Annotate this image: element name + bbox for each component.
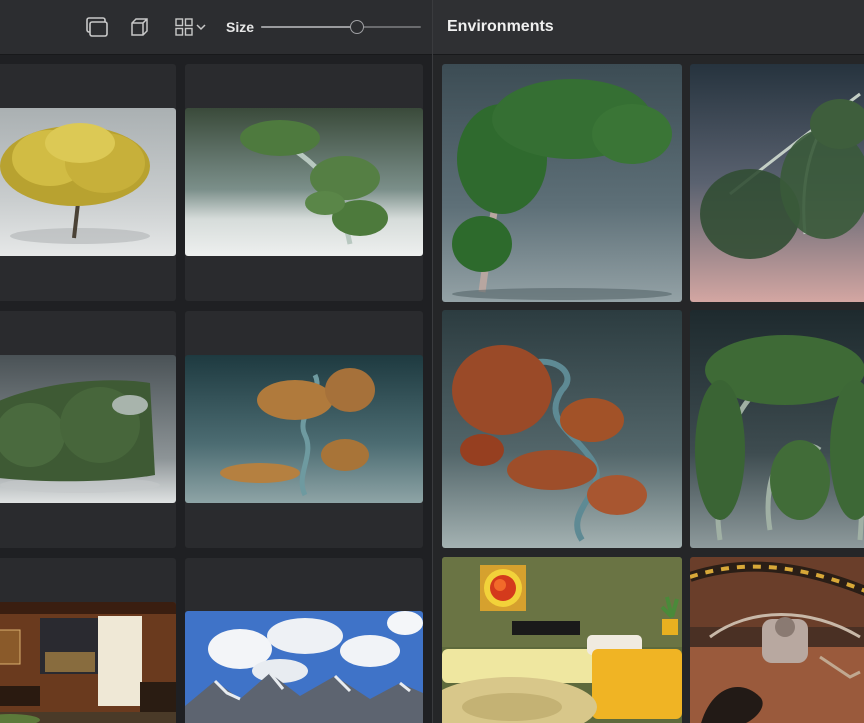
environments-pane: Environments [433,0,864,723]
window-stack-icon[interactable] [85,15,109,39]
thumbnail-autumn-twisted-tree [185,355,423,503]
thumbnail-clouds-mountains [185,611,423,723]
grid-view-icon[interactable] [172,15,196,39]
library-item-green-hedge[interactable] [0,311,176,548]
environment-weeping-branches[interactable] [690,64,864,302]
library-item-yellow-tree[interactable] [0,64,176,301]
3d-cube-icon[interactable] [128,15,152,39]
environment-sci-fi-machine[interactable] [690,557,864,723]
chevron-down-icon[interactable] [194,15,208,39]
environments-header: Environments [433,0,864,55]
thumbnail-interior-room [0,602,176,723]
thumbnail-green-hedge [0,355,176,503]
slider-thumb[interactable] [350,20,364,34]
library-item-interior-room[interactable] [0,558,176,723]
size-slider[interactable] [261,20,421,34]
library-item-windswept-green-tree[interactable] [185,64,423,301]
environment-retro-lounge[interactable] [442,557,682,723]
library-item-clouds-mountains[interactable] [185,558,423,723]
slider-fill [261,26,356,28]
library-toolbar: Size [0,0,432,55]
library-item-autumn-twisted-tree[interactable] [185,311,423,548]
environment-orange-twisted-tree[interactable] [442,310,682,548]
library-pane: Size [0,0,432,723]
thumbnail-yellow-tree [0,108,176,256]
environment-green-leaning-tree[interactable] [442,64,682,302]
environments-title: Environments [447,18,554,35]
size-label: Size [226,19,255,35]
environment-arched-green-tree[interactable] [690,310,864,548]
thumbnail-windswept-green-tree [185,108,423,256]
